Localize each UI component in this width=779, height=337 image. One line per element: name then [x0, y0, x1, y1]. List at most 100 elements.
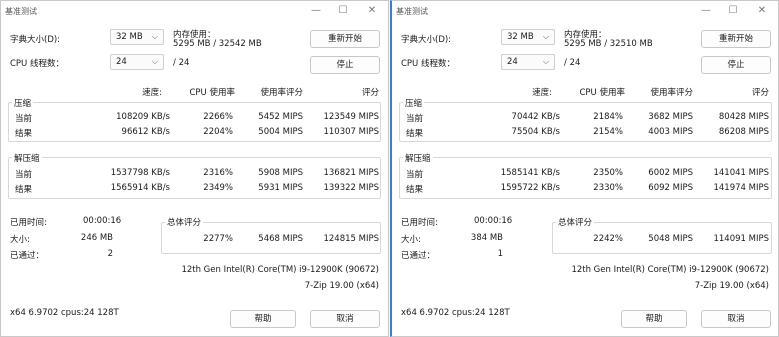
chevron-down-icon: ⌵ [542, 57, 549, 66]
cpu-threads-value: 24 [116, 57, 127, 67]
cpu-usage-value: 2184% [593, 112, 623, 122]
cpu-usage-value: 2330% [593, 183, 623, 193]
dictionary-size-select[interactable]: 32 MB ⌵ [110, 29, 164, 45]
row-label: 结果 [15, 185, 33, 195]
rating-value: 5908 MIPS [258, 168, 303, 178]
column-header-rating: 使用率评分 [260, 88, 303, 98]
cpu-usage-value: 2266% [203, 112, 233, 122]
total-score-value: 114091 MIPS [713, 234, 769, 244]
cpu-name: 12th Gen Intel(R) Core(TM) i9-12900K (90… [571, 265, 769, 275]
row-label: 当前 [15, 114, 33, 124]
elapsed-time-value: 00:00:16 [474, 216, 513, 226]
stop-button[interactable]: 停止 [701, 56, 771, 74]
rating-value: 6002 MIPS [648, 168, 693, 178]
rating-value: 6092 MIPS [648, 183, 693, 193]
rating-value: 5452 MIPS [258, 112, 303, 122]
dictionary-size-value: 32 MB [507, 32, 534, 42]
rating-value: 5004 MIPS [258, 127, 303, 137]
close-icon[interactable]: ✕ [360, 3, 384, 19]
title-bar[interactable]: 基准测试 — ☐ ✕ [392, 1, 778, 21]
help-button[interactable]: 帮助 [621, 310, 687, 328]
chevron-down-icon: ⌵ [542, 32, 549, 41]
cpu-threads-value: 24 [507, 57, 518, 67]
size-value: 384 MB [470, 233, 503, 243]
rating-value: 5931 MIPS [258, 183, 303, 193]
speed-value: 70442 KB/s [511, 112, 560, 122]
total-cpu-usage-value: 2242% [593, 234, 623, 244]
system-info: x64 6.9702 cpus:24 128T [10, 308, 119, 318]
version-text: 7-Zip 19.00 (x64) [694, 281, 769, 291]
elapsed-time-value: 00:00:16 [83, 216, 122, 226]
row-label: 结果 [406, 185, 424, 195]
score-value: 86208 MIPS [718, 127, 769, 137]
window-title: 基准测试 [5, 7, 37, 16]
title-bar[interactable]: 基准测试 — ☐ ✕ [1, 1, 388, 21]
elapsed-time-label: 已用时间: [10, 218, 47, 228]
speed-value: 1595722 KB/s [500, 183, 560, 193]
compression-group [399, 102, 772, 142]
system-info: x64 6.9702 cpus:24 128T [401, 308, 510, 318]
cpu-usage-value: 2349% [203, 183, 233, 193]
row-label: 结果 [406, 129, 424, 139]
decompression-title: 解压缩 [12, 152, 42, 164]
maximize-icon[interactable]: ☐ [721, 3, 745, 19]
row-label: 当前 [406, 114, 424, 124]
score-value: 139322 MIPS [323, 183, 379, 193]
restart-button[interactable]: 重新开始 [310, 30, 380, 48]
restart-button[interactable]: 重新开始 [701, 30, 771, 48]
cpu-threads-label: CPU 线程数： [10, 59, 64, 69]
passes-value: 2 [107, 249, 113, 259]
speed-value: 1537798 KB/s [110, 168, 170, 178]
speed-value: 1565914 KB/s [110, 183, 170, 193]
column-header-score: 评分 [751, 88, 769, 98]
dictionary-size-label: 字典大小(D): [401, 35, 452, 45]
minimize-icon[interactable]: — [304, 3, 328, 19]
cpu-name: 12th Gen Intel(R) Core(TM) i9-12900K (90… [181, 265, 379, 275]
memory-usage-value: 5295 MB / 32542 MB [173, 39, 262, 49]
help-button[interactable]: 帮助 [230, 310, 296, 328]
memory-usage-value: 5295 MB / 32510 MB [564, 39, 653, 49]
column-header-speed: 速度: [142, 88, 162, 98]
row-label: 当前 [406, 170, 424, 180]
rating-value: 3682 MIPS [648, 112, 693, 122]
column-header-rating: 使用率评分 [650, 88, 693, 98]
dictionary-size-label: 字典大小(D): [10, 35, 61, 45]
maximize-icon[interactable]: ☐ [331, 3, 355, 19]
cpu-usage-value: 2154% [593, 127, 623, 137]
cpu-threads-select[interactable]: 24 ⌵ [501, 54, 555, 70]
size-label: 大小: [10, 235, 30, 245]
compression-title: 压缩 [12, 97, 34, 109]
compression-title: 压缩 [403, 97, 425, 109]
cancel-button[interactable]: 取消 [701, 310, 771, 328]
chevron-down-icon: ⌵ [151, 32, 158, 41]
decompression-title: 解压缩 [403, 152, 433, 164]
cpu-threads-label: CPU 线程数： [401, 59, 455, 69]
cpu-threads-total: / 24 [173, 58, 190, 68]
cancel-button[interactable]: 取消 [310, 310, 380, 328]
elapsed-time-label: 已用时间: [401, 218, 438, 228]
total-cpu-usage-value: 2277% [203, 234, 233, 244]
row-label: 结果 [15, 129, 33, 139]
chevron-down-icon: ⌵ [151, 57, 158, 66]
score-value: 80428 MIPS [718, 112, 769, 122]
stop-button[interactable]: 停止 [310, 56, 380, 74]
total-rating-title: 总体评分 [165, 216, 204, 228]
score-value: 136821 MIPS [323, 168, 379, 178]
close-icon[interactable]: ✕ [750, 3, 774, 19]
score-value: 141041 MIPS [713, 168, 769, 178]
minimize-icon[interactable]: — [694, 3, 718, 19]
total-score-value: 124815 MIPS [323, 234, 379, 244]
dictionary-size-select[interactable]: 32 MB ⌵ [501, 29, 555, 45]
cpu-usage-value: 2350% [593, 168, 623, 178]
speed-value: 96612 KB/s [121, 127, 170, 137]
column-header-cpu-usage: CPU 使用率 [579, 88, 626, 98]
passes-label: 已通过： [401, 251, 436, 261]
size-value: 246 MB [80, 233, 113, 243]
cpu-threads-select[interactable]: 24 ⌵ [110, 54, 164, 70]
window-title: 基准测试 [396, 7, 428, 16]
score-value: 141974 MIPS [713, 183, 769, 193]
cpu-usage-value: 2316% [203, 168, 233, 178]
total-rating-value: 5468 MIPS [258, 234, 303, 244]
passes-value: 1 [497, 249, 503, 259]
column-header-cpu-usage: CPU 使用率 [189, 88, 236, 98]
